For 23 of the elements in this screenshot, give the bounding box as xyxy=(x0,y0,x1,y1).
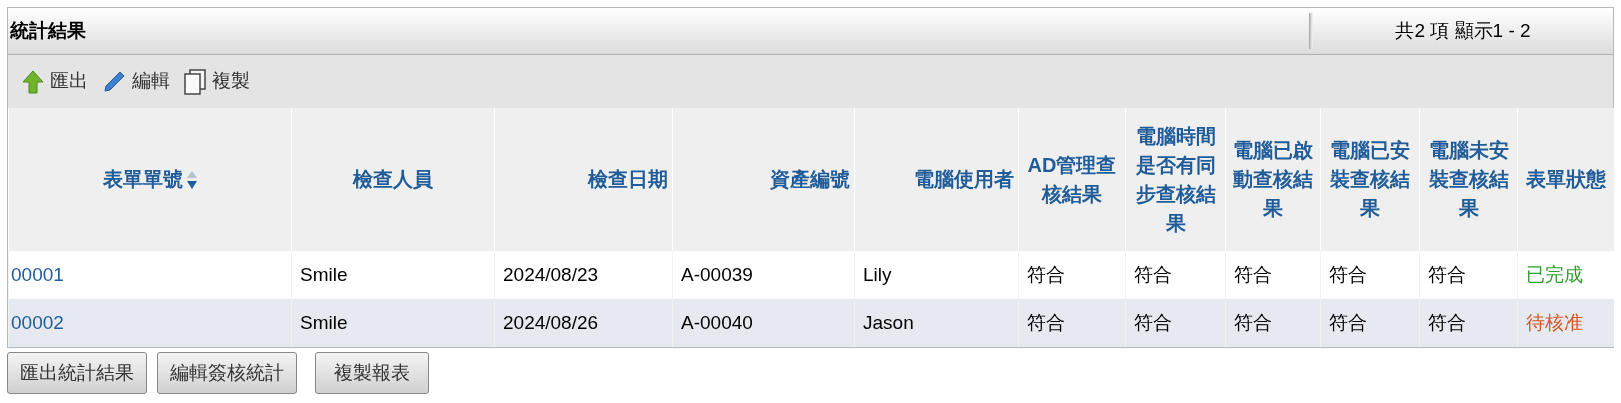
table-cell: 2024/08/26 xyxy=(494,299,673,347)
status-cell: 待核准 xyxy=(1517,299,1614,347)
form-number-link[interactable]: 00002 xyxy=(8,299,292,347)
toolbar-button[interactable]: 複製 xyxy=(184,67,250,96)
pencil-icon xyxy=(102,69,126,94)
table-cell: 符合 xyxy=(1125,299,1226,347)
sort-icon[interactable] xyxy=(187,169,197,190)
up-arrow-icon xyxy=(22,69,44,94)
table-cell: Jason xyxy=(854,299,1019,347)
action-button[interactable]: 複製報表 xyxy=(315,352,429,394)
pages-icon xyxy=(184,68,206,95)
panel-title: 統計結果 xyxy=(9,18,87,43)
table-cell: 符合 xyxy=(1018,299,1126,347)
action-button[interactable]: 編輯簽核統計 xyxy=(157,352,297,394)
table-cell: 符合 xyxy=(1225,299,1321,347)
table-cell: 符合 xyxy=(1320,299,1420,347)
toolbar-button[interactable]: 編輯 xyxy=(102,67,170,96)
toolbar-button[interactable]: 匯出 xyxy=(22,67,88,96)
table-cell: 符合 xyxy=(1419,299,1518,347)
pager-text: 共2 項 顯示1 - 2 xyxy=(1394,18,1532,43)
action-button[interactable]: 匯出統計結果 xyxy=(7,352,147,394)
table-cell: A-00040 xyxy=(672,299,855,347)
table-cell: Smile xyxy=(291,299,495,347)
